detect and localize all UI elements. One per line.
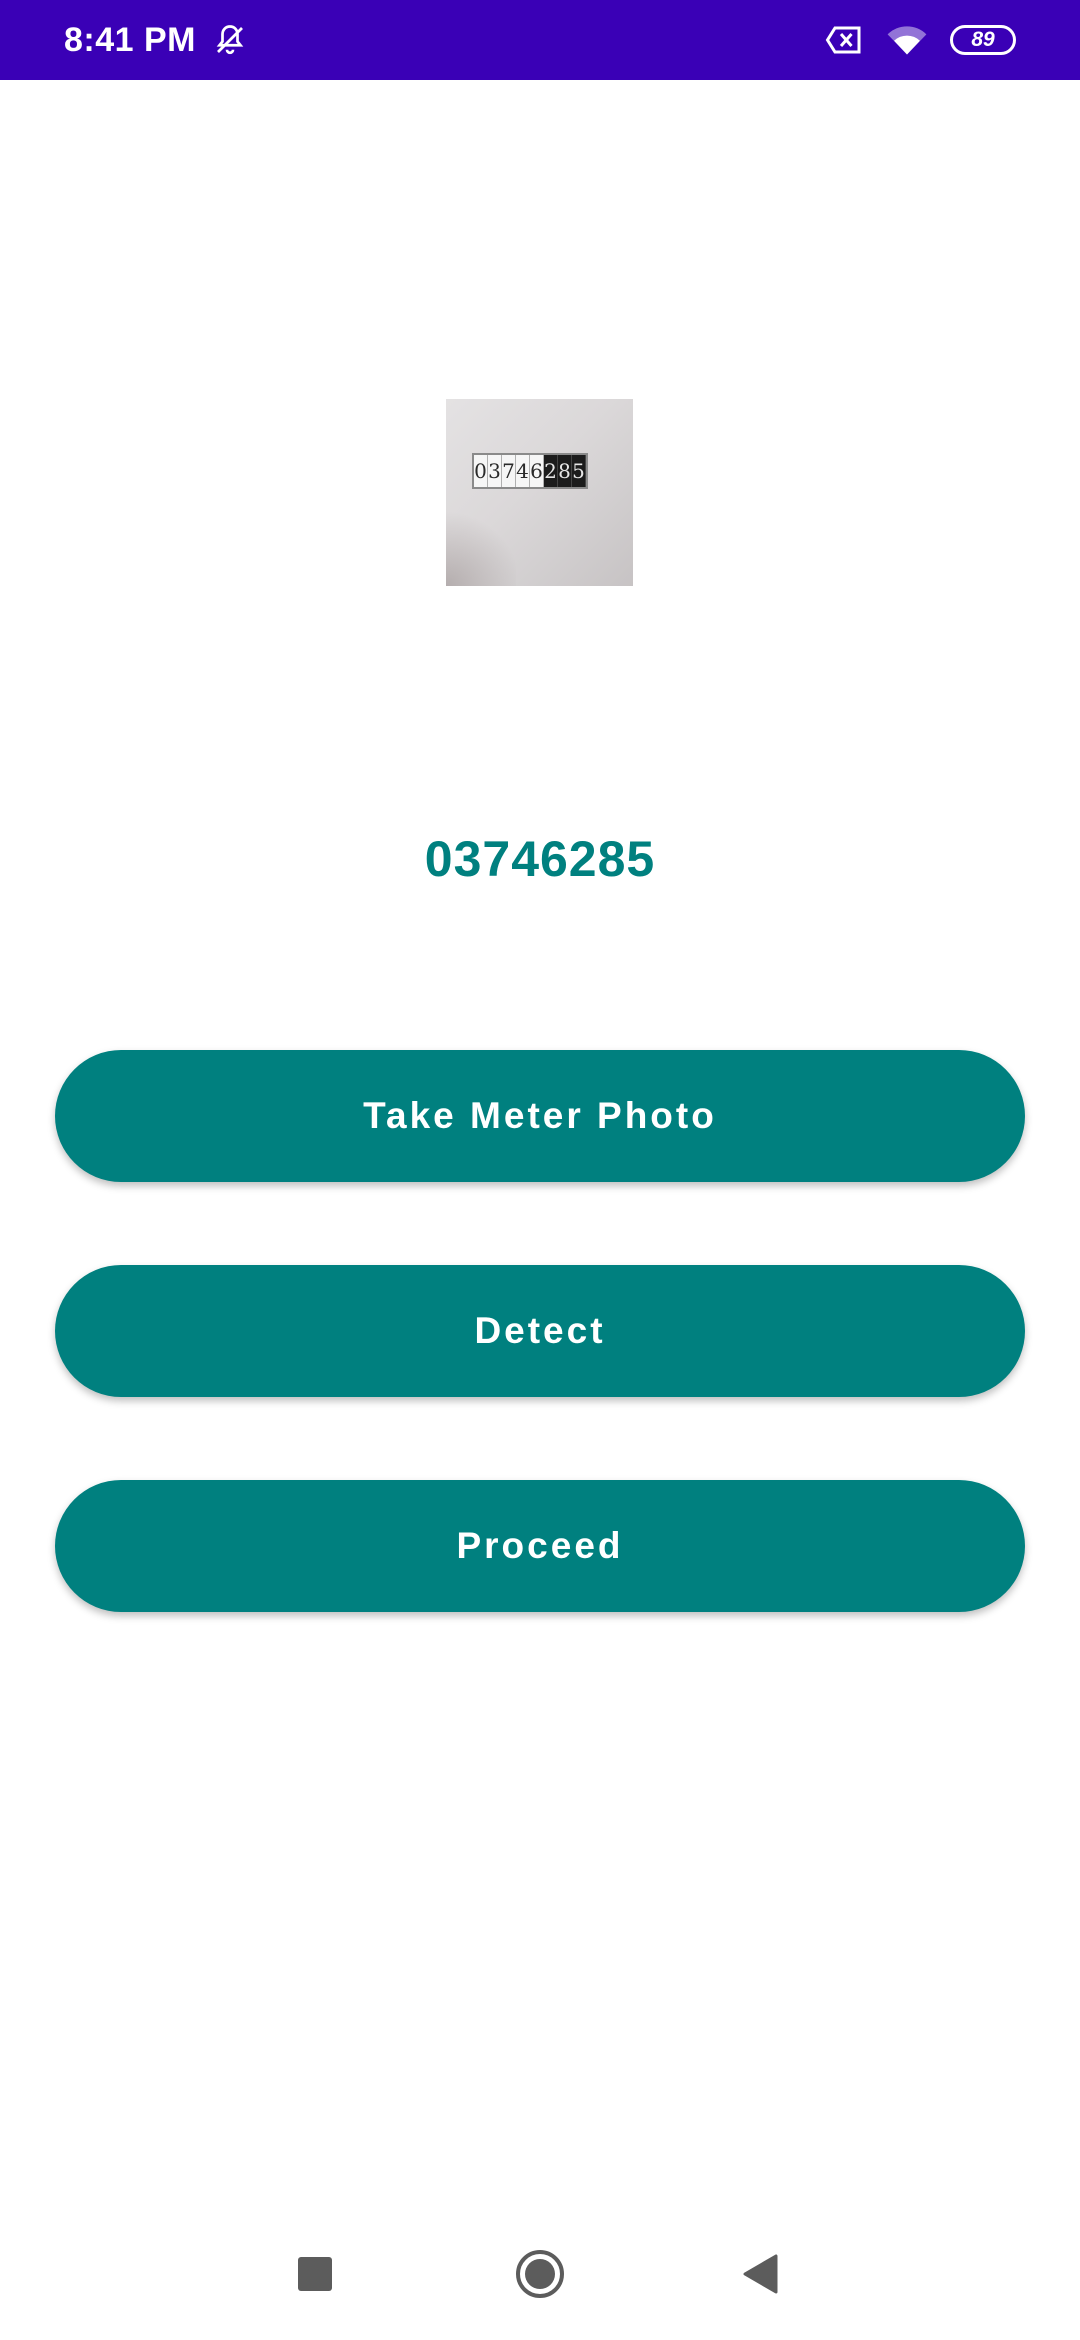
back-icon[interactable] [742,2253,778,2295]
meter-digit: 6 [530,455,544,487]
meter-digit: 4 [516,455,530,487]
recents-icon[interactable] [298,2257,332,2291]
meter-digit: 5 [572,455,586,487]
navigation-bar [0,2220,1080,2330]
meter-reading: 03746285 [424,831,656,887]
wifi-icon [886,23,928,57]
take-meter-photo-button[interactable]: Take Meter Photo [55,1050,1025,1182]
mute-icon [212,22,248,58]
status-left: 8:41 PM [64,21,248,60]
status-bar: 8:41 PM 89 [0,0,1080,80]
detect-button[interactable]: Detect [55,1265,1025,1397]
screen: 8:41 PM 89 0 3 7 4 6 2 8 5 03746285 Take… [0,0,1080,2340]
home-icon[interactable] [515,2249,565,2299]
meter-digit-strip: 0 3 7 4 6 2 8 5 [472,453,588,489]
meter-digit: 2 [544,455,558,487]
meter-digit: 0 [474,455,488,487]
meter-photo: 0 3 7 4 6 2 8 5 [446,399,633,586]
status-right: 89 [824,23,1016,57]
proceed-button[interactable]: Proceed [55,1480,1025,1612]
meter-digit: 3 [488,455,502,487]
status-time: 8:41 PM [64,20,196,59]
meter-digit: 7 [502,455,516,487]
battery-icon: 89 [950,25,1016,55]
meter-digit: 8 [558,455,572,487]
sim-x-icon [824,25,864,55]
